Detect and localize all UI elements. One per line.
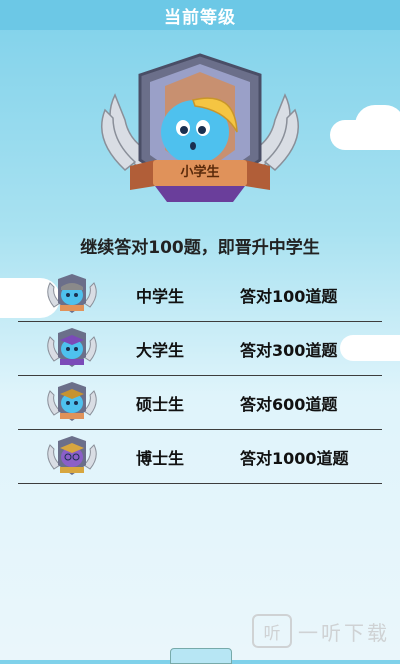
level-requirement: 答对300道题 <box>240 340 338 360</box>
shield-badge-icon <box>101 53 299 202</box>
page-header: 当前等级 <box>0 0 400 30</box>
middle-school-badge-icon <box>47 273 97 313</box>
bottom-tab-peek[interactable] <box>170 648 232 664</box>
level-requirement: 答对1000道题 <box>240 448 349 468</box>
level-list: 中学生 答对100道题 大学生 答对300道题 硕士生 答对600道题 博士生 … <box>18 268 382 484</box>
level-requirement: 答对600道题 <box>240 394 338 414</box>
badge-label: 小学生 <box>180 165 220 180</box>
watermark-text: 一听下载 <box>298 620 390 645</box>
doctor-badge-icon <box>47 435 97 475</box>
watermark-logo-icon: 听 <box>252 614 292 648</box>
level-row-middle: 中学生 答对100道题 <box>18 268 382 322</box>
college-badge-icon <box>47 327 97 367</box>
level-row-master: 硕士生 答对600道题 <box>18 376 382 430</box>
watermark: 听 一听下载 <box>252 614 390 648</box>
page-title: 当前等级 <box>164 7 236 28</box>
level-name: 硕士生 <box>136 394 185 414</box>
level-row-college: 大学生 答对300道题 <box>18 322 382 376</box>
level-name: 中学生 <box>136 286 185 306</box>
master-badge-icon <box>47 381 97 421</box>
level-row-doctor: 博士生 答对1000道题 <box>18 430 382 484</box>
level-name: 博士生 <box>136 448 185 468</box>
progress-message: 继续答对100题，即晋升中学生 <box>80 238 320 258</box>
level-name: 大学生 <box>136 340 185 360</box>
current-level-badge: 小学生 <box>95 50 305 210</box>
level-requirement: 答对100道题 <box>240 286 338 306</box>
cloud-decoration <box>355 105 400 145</box>
